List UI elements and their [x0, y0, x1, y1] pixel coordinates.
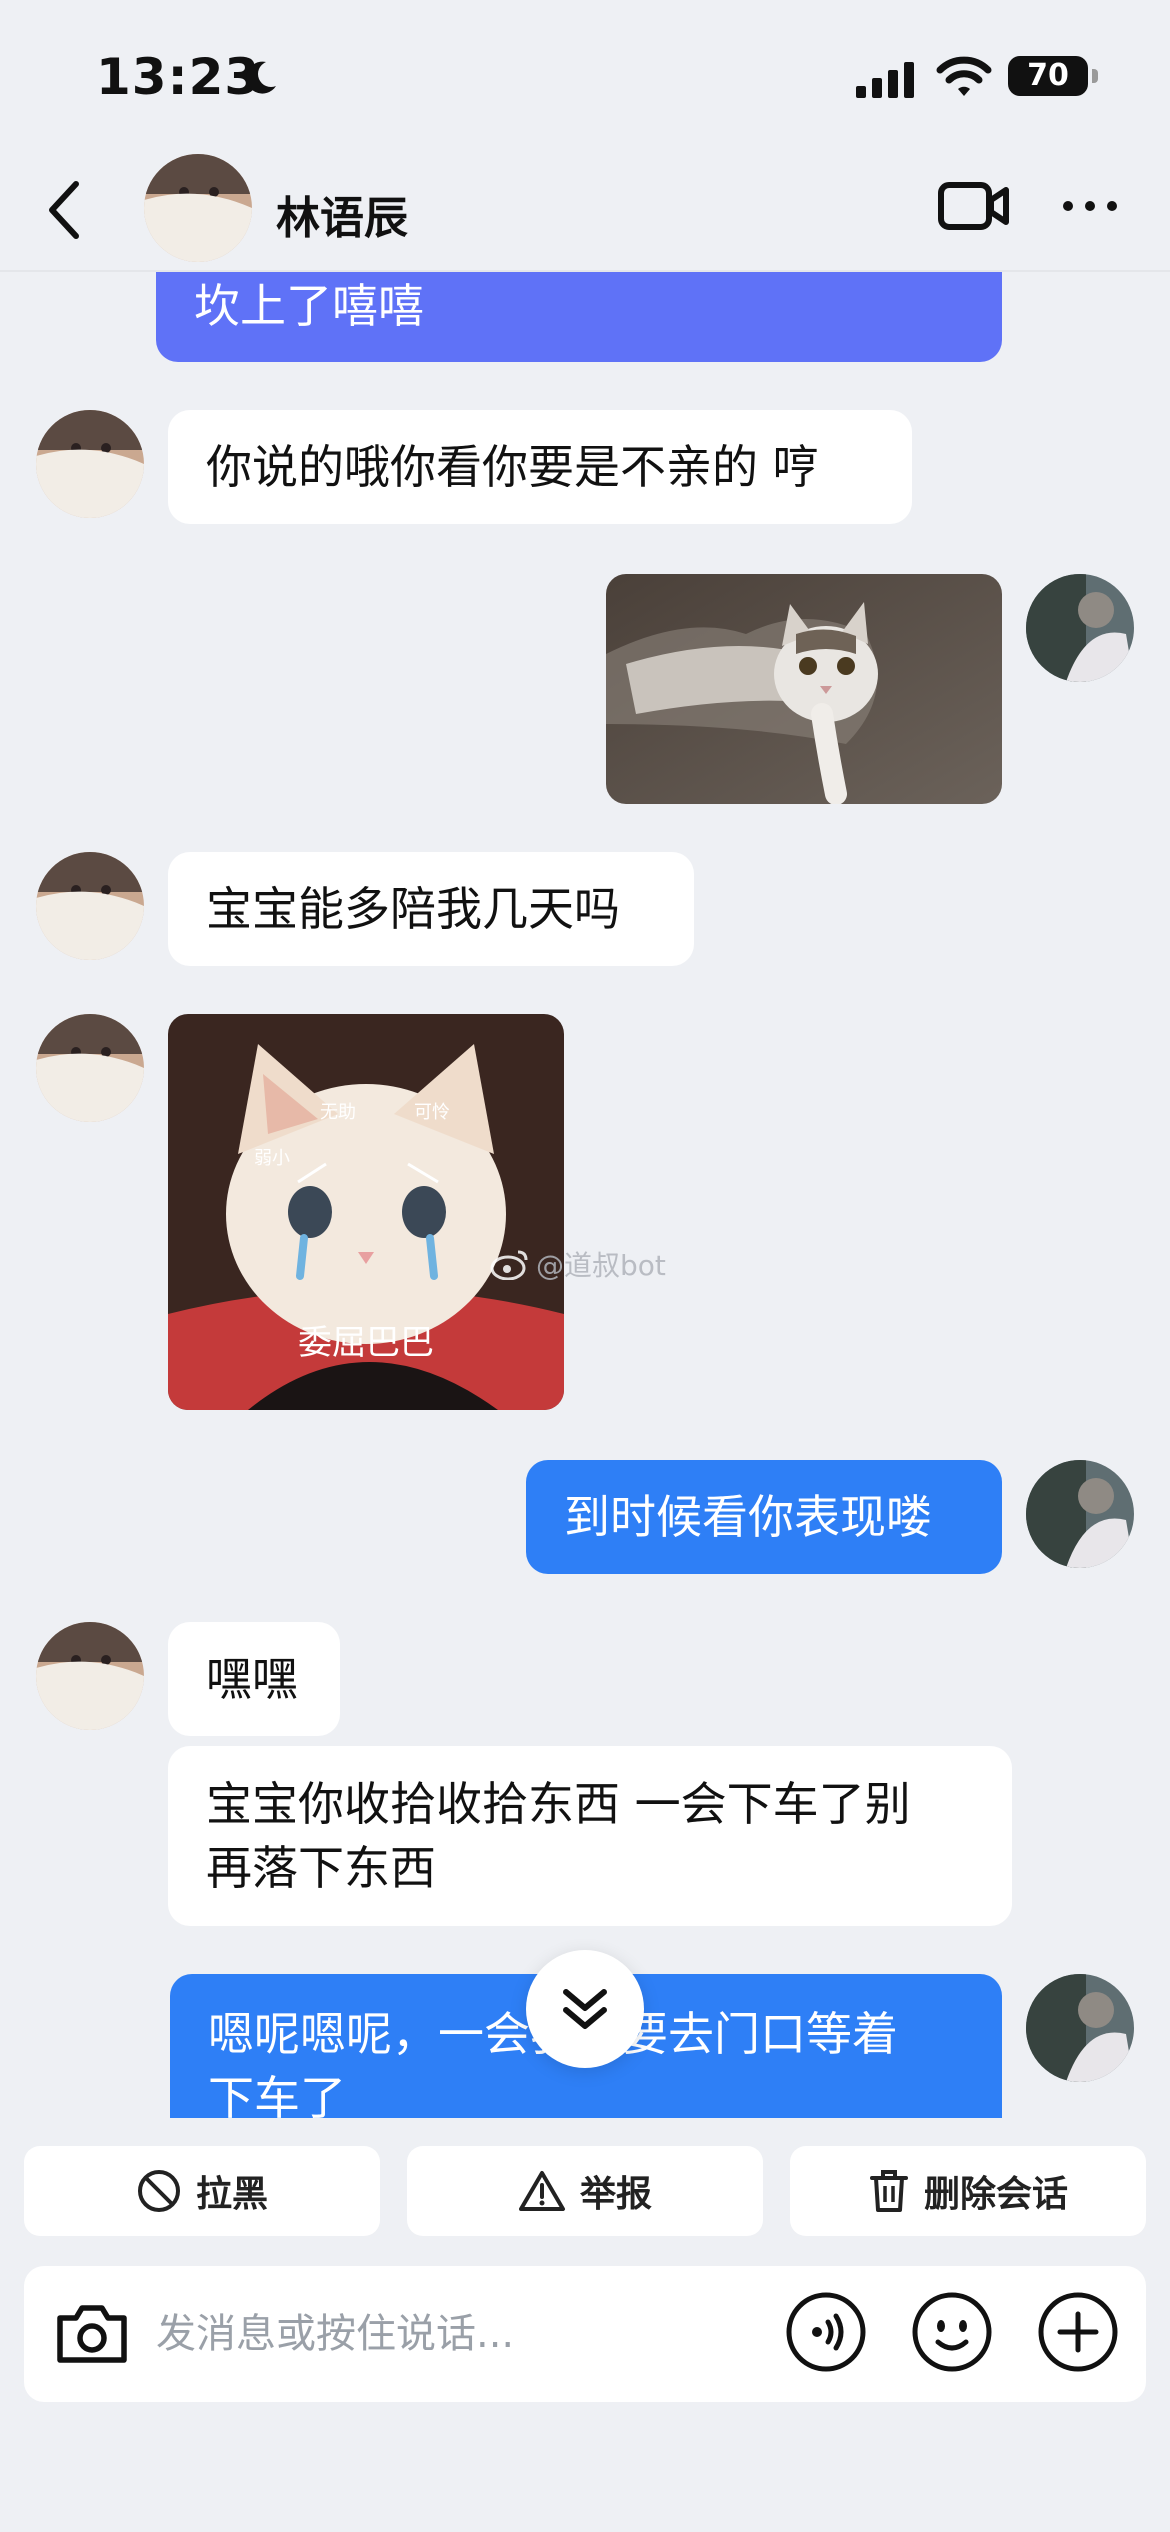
block-icon: [137, 2170, 180, 2212]
conversation-actions: 拉黑 举报 删除会话: [24, 2146, 1146, 2236]
status-time: 13:23: [96, 48, 261, 106]
weibo-icon: [490, 1250, 528, 1280]
message-list[interactable]: 坎上了嘻嘻 你说的哦你看你要是不亲的 哼 宝宝能多陪我几天吗 弱小 无助 可怜 …: [0, 272, 1170, 2118]
message-text-line: 下车了: [208, 2071, 346, 2118]
sticker-label: 弱小: [254, 1148, 290, 1168]
moon-icon: [246, 61, 276, 94]
message-bubble-outgoing[interactable]: 到时候看你表现喽: [526, 1460, 1002, 1574]
chat-header: 林语辰: [0, 150, 1170, 272]
block-label: 拉黑: [195, 2174, 268, 2215]
report-label: 举报: [579, 2174, 652, 2215]
battery-indicator: 70: [1008, 56, 1098, 96]
emoji-icon[interactable]: [910, 2290, 994, 2374]
message-text: 到时候看你表现喽: [564, 1490, 932, 1544]
message-text-line: 宝宝你收拾收拾东西 一会下车了别: [206, 1777, 911, 1831]
more-options-icon[interactable]: [1060, 186, 1120, 226]
my-message-avatar[interactable]: [1026, 1974, 1134, 2082]
plus-icon[interactable]: [1036, 2290, 1120, 2374]
my-message-avatar[interactable]: [1026, 1460, 1134, 1568]
message-text: 你说的哦你看你要是不亲的 哼: [206, 440, 819, 494]
delete-conversation-button[interactable]: 删除会话: [790, 2146, 1146, 2236]
contact-message-avatar[interactable]: [36, 1622, 144, 1730]
voice-input-icon[interactable]: [784, 2290, 868, 2374]
message-input-bar: [24, 2266, 1146, 2402]
sticker-label: 无助: [320, 1102, 356, 1122]
contact-message-avatar[interactable]: [36, 410, 144, 518]
camera-icon[interactable]: [52, 2294, 132, 2374]
sticker-watermark: @道叔bot: [490, 1244, 666, 1284]
my-message-avatar[interactable]: [1026, 574, 1134, 682]
message-bubble-incoming[interactable]: 宝宝你收拾收拾东西 一会下车了别 再落下东西: [168, 1746, 1012, 1926]
message-bubble-incoming[interactable]: 嘿嘿: [168, 1622, 340, 1736]
video-call-icon[interactable]: [938, 180, 1010, 232]
back-arrow-icon[interactable]: [46, 178, 82, 242]
message-bubble-incoming[interactable]: 宝宝能多陪我几天吗: [168, 852, 694, 966]
message-bubble-incoming[interactable]: 你说的哦你看你要是不亲的 哼: [168, 410, 912, 524]
double-chevron-down-icon: [563, 1989, 607, 2029]
contact-message-avatar[interactable]: [36, 1014, 144, 1122]
message-input[interactable]: [156, 2292, 776, 2376]
message-text: 宝宝能多陪我几天吗: [206, 882, 620, 936]
wifi-icon: [936, 56, 992, 96]
report-button[interactable]: 举报: [407, 2146, 763, 2236]
message-text: 嘿嘿: [206, 1652, 298, 1706]
message-text-line: 再落下东西: [206, 1841, 436, 1895]
trash-icon: [869, 2170, 908, 2212]
scroll-to-bottom-button[interactable]: [526, 1950, 644, 2068]
crying-kitten-sticker[interactable]: 弱小 无助 可怜 委屈巴巴: [168, 1014, 564, 1410]
contact-avatar[interactable]: [144, 154, 252, 262]
cellular-signal-icon: [856, 62, 914, 98]
message-text: 坎上了嘻嘻: [194, 279, 424, 333]
sticker-label: 可怜: [414, 1102, 450, 1122]
cat-reaching-sticker-image[interactable]: [606, 574, 1002, 804]
block-button[interactable]: 拉黑: [24, 2146, 380, 2236]
sticker-caption: 委屈巴巴: [298, 1324, 434, 1362]
delete-conversation-label: 删除会话: [923, 2174, 1068, 2215]
contact-message-avatar[interactable]: [36, 852, 144, 960]
status-bar: 13:23 70: [0, 0, 1170, 150]
message-bubble-outgoing[interactable]: 坎上了嘻嘻: [156, 272, 1002, 362]
contact-name[interactable]: 林语辰: [276, 182, 408, 246]
warning-icon: [518, 2171, 565, 2211]
